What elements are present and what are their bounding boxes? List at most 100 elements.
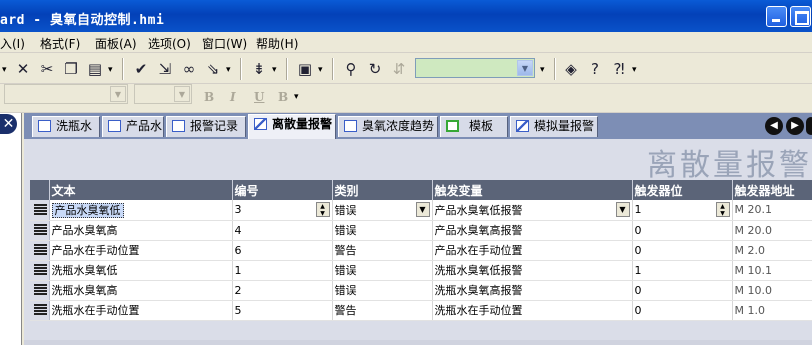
row-selector[interactable] [30,300,50,321]
cell-text[interactable]: 产品水臭氧低 [49,200,233,221]
menu-help[interactable]: 帮助(H) [256,35,298,52]
row-selector[interactable] [30,220,50,241]
chevron-down-icon[interactable]: ▾ [632,65,637,75]
tab-alarm-log[interactable]: 报警记录 [166,116,246,137]
cell-trigger-variable[interactable]: 洗瓶水臭氧低报警 [432,260,633,281]
cell-id[interactable]: 4 [232,220,333,241]
menu-format[interactable]: 格式(F) [40,35,80,52]
cell-trigger-address[interactable]: M 1.0 [732,300,812,321]
book-icon[interactable]: ◈ [562,60,580,78]
cell-text[interactable]: 洗瓶水臭氧低 [49,260,233,281]
tab-close-icon[interactable] [806,117,812,135]
cell-id[interactable]: 2 [232,280,333,301]
table-row[interactable]: 洗瓶水臭氧低 1 错误 洗瓶水臭氧低报警 1 M 10.1 [30,260,812,281]
column-header-id[interactable]: 编号 [232,180,333,200]
cell-trigger-address[interactable]: M 10.1 [732,260,812,281]
align-icon[interactable]: ⇟ [250,60,268,78]
cut-icon[interactable]: ✂ [38,60,56,78]
cell-trigger-bit[interactable]: 0 [632,220,733,241]
cell-trigger-bit[interactable]: 0 [632,300,733,321]
menu-insert[interactable]: 入(I) [0,35,25,52]
column-header-trigger-bit[interactable]: 触发器位 [632,180,733,200]
cell-trigger-variable[interactable]: 产品水臭氧低报警 ▼ [432,200,633,221]
column-header-text[interactable]: 文本 [49,180,233,200]
chevron-down-icon[interactable]: ▾ [272,65,277,75]
cell-trigger-bit[interactable]: 0 [632,240,733,261]
row-selector[interactable] [30,200,50,221]
cell-text[interactable]: 洗瓶水在手动位置 [49,300,233,321]
menu-panel[interactable]: 面板(A) [95,35,137,52]
import-icon[interactable]: ⇘ [204,60,222,78]
cell-text-value[interactable]: 产品水臭氧低 [51,202,124,218]
cell-text[interactable]: 产品水在手动位置 [49,240,233,261]
cell-id-value[interactable]: 3 [235,203,242,216]
cell-category[interactable]: 错误 [332,220,433,241]
column-header-trigger-variable[interactable]: 触发变量 [432,180,633,200]
cell-trigger-bit[interactable]: 0 [632,280,733,301]
tab-ozone-trend[interactable]: 臭氧浓度趋势 [338,116,438,137]
cell-category[interactable]: 错误 [332,260,433,281]
object-combo[interactable]: ▼ [415,58,535,78]
cell-text[interactable]: 洗瓶水臭氧高 [49,280,233,301]
row-selector[interactable] [30,240,50,261]
help-icon[interactable]: ? [586,60,604,78]
chevron-down-icon[interactable]: ▾ [2,65,7,75]
cell-trigger-variable[interactable]: 洗瓶水在手动位置 [432,300,633,321]
layers-icon[interactable]: ▣ [296,60,314,78]
cell-category[interactable]: 错误 ▼ [332,200,433,221]
table-row[interactable]: 产品水臭氧高 4 错误 产品水臭氧高报警 0 M 20.0 [30,220,812,241]
column-header-trigger-address[interactable]: 触发器地址 [732,180,812,200]
tab-template[interactable]: 模板 [440,116,508,137]
chevron-down-icon[interactable]: ▾ [294,92,299,102]
tab-discrete-alarms[interactable]: 离散量报警 [248,114,336,139]
tab-product-water[interactable]: 产品水 [102,116,164,137]
tab-scroll-right-icon[interactable]: ▶ [786,117,804,135]
context-help-icon[interactable]: ⁈ [610,60,628,78]
replace-icon[interactable]: ↻ [366,60,384,78]
table-row[interactable]: 洗瓶水臭氧高 2 错误 洗瓶水臭氧高报警 0 M 10.0 [30,280,812,301]
tab-bottle-water[interactable]: 洗瓶水 [32,116,100,137]
cell-category[interactable]: 警告 [332,240,433,261]
cell-id[interactable]: 6 [232,240,333,261]
cell-trigger-address[interactable]: M 20.1 [732,200,812,221]
link-icon[interactable]: ∞ [180,60,198,78]
spinner-icon[interactable]: ▲ ▼ [715,202,730,217]
cell-trigger-variable[interactable]: 洗瓶水臭氧高报警 [432,280,633,301]
close-icon[interactable]: ✕ [0,114,17,134]
row-selector[interactable] [30,280,50,301]
cell-trigger-address[interactable]: M 20.0 [732,220,812,241]
cell-id[interactable]: 1 [232,260,333,281]
cell-category[interactable]: 警告 [332,300,433,321]
export-icon[interactable]: ⇲ [156,60,174,78]
tab-analog-alarms[interactable]: 模拟量报警 [510,116,598,137]
paste-icon[interactable]: ▤ [86,60,104,78]
cell-trigger-address[interactable]: M 10.0 [732,280,812,301]
cell-category[interactable]: 错误 [332,280,433,301]
chevron-down-icon[interactable]: ▾ [540,65,545,75]
cell-id[interactable]: 3 ▲ ▼ [232,200,333,221]
copy-icon[interactable]: ❐ [62,60,80,78]
chevron-down-icon[interactable]: ▼ [517,60,533,76]
check-icon[interactable]: ✔ [132,60,150,78]
cell-trigger-bit[interactable]: 1 [632,260,733,281]
cell-trigger-address[interactable]: M 2.0 [732,240,812,261]
cell-trigger-variable[interactable]: 产品水在手动位置 [432,240,633,261]
tab-scroll-left-icon[interactable]: ◀ [765,117,783,135]
chevron-down-icon[interactable]: ▾ [108,65,113,75]
cell-trigger-bit[interactable]: 1 ▲ ▼ [632,200,733,221]
minimize-button[interactable] [766,6,787,27]
menu-options[interactable]: 选项(O) [148,35,191,52]
cell-id[interactable]: 5 [232,300,333,321]
find-icon[interactable]: ⚲ [342,60,360,78]
chevron-down-icon[interactable]: ▾ [318,65,323,75]
chevron-down-icon[interactable]: ▼ [415,202,430,217]
cell-trigger-variable[interactable]: 产品水臭氧高报警 [432,220,633,241]
delete-icon[interactable]: ✕ [14,60,32,78]
table-row[interactable]: 产品水臭氧低 3 ▲ ▼ 错误 ▼ 产品水臭氧低报警 ▼ 1 ▲ ▼ M 20.1 [30,200,812,221]
spinner-icon[interactable]: ▲ ▼ [315,202,330,217]
cell-text[interactable]: 产品水臭氧高 [49,220,233,241]
cell-trigger-variable-value[interactable]: 产品水臭氧低报警 [435,204,523,217]
cell-category-value[interactable]: 错误 [335,204,357,217]
table-row[interactable]: 产品水在手动位置 6 警告 产品水在手动位置 0 M 2.0 [30,240,812,261]
cell-trigger-bit-value[interactable]: 1 [635,203,642,216]
